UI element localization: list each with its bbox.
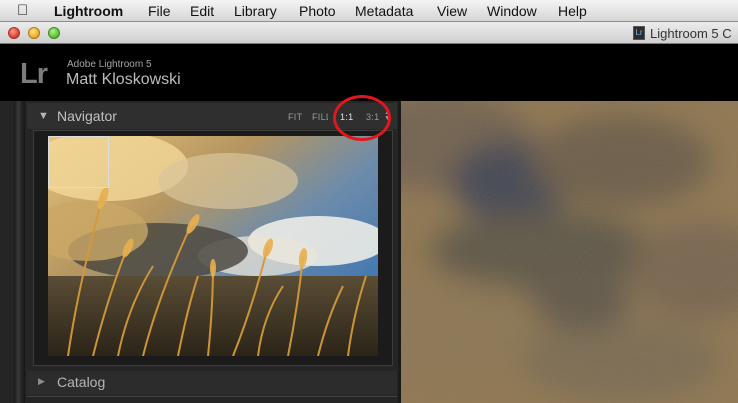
- catalog-title: Catalog: [57, 374, 106, 390]
- menu-metadata[interactable]: Metadata: [355, 3, 413, 19]
- menu-window[interactable]: Window: [487, 3, 537, 19]
- minimize-button[interactable]: [28, 27, 40, 39]
- zoom-fit-option[interactable]: FIT: [288, 112, 302, 122]
- product-name: Adobe Lightroom 5: [67, 59, 152, 70]
- window-title: Lightroom 5 C: [650, 26, 732, 41]
- menu-view[interactable]: View: [437, 3, 467, 19]
- menu-library[interactable]: Library: [234, 3, 277, 19]
- close-button[interactable]: [8, 27, 20, 39]
- window-titlebar: Lr Lightroom 5 C: [0, 22, 738, 44]
- menu-bar:  Lightroom File Edit Library Photo Meta…: [0, 0, 738, 22]
- menu-edit[interactable]: Edit: [190, 3, 214, 19]
- menu-lightroom[interactable]: Lightroom: [54, 3, 123, 19]
- main-image-view[interactable]: [401, 101, 738, 403]
- user-name: Matt Kloskowski: [66, 71, 181, 88]
- panel-divider: [27, 396, 397, 397]
- zoom-fill-option[interactable]: FILL: [312, 112, 328, 122]
- disclosure-triangle-collapsed-icon[interactable]: ▶: [38, 376, 45, 387]
- lightroom-document-icon: Lr: [633, 26, 645, 40]
- menu-help[interactable]: Help: [558, 3, 587, 19]
- navigator-title: Navigator: [57, 108, 117, 124]
- menu-photo[interactable]: Photo: [299, 3, 336, 19]
- disclosure-triangle-expanded-icon[interactable]: ▼: [38, 110, 49, 122]
- annotation-circle: [333, 95, 391, 141]
- identity-plate: Lr Adobe Lightroom 5 Matt Kloskowski: [0, 44, 738, 101]
- lightroom-logo-icon: Lr: [20, 58, 48, 90]
- apple-icon[interactable]: : [17, 2, 28, 19]
- zoom-button[interactable]: [48, 27, 60, 39]
- menu-file[interactable]: File: [148, 3, 171, 19]
- navigator-viewport-rectangle[interactable]: [48, 136, 109, 188]
- left-panel-edge-handle[interactable]: [14, 101, 25, 403]
